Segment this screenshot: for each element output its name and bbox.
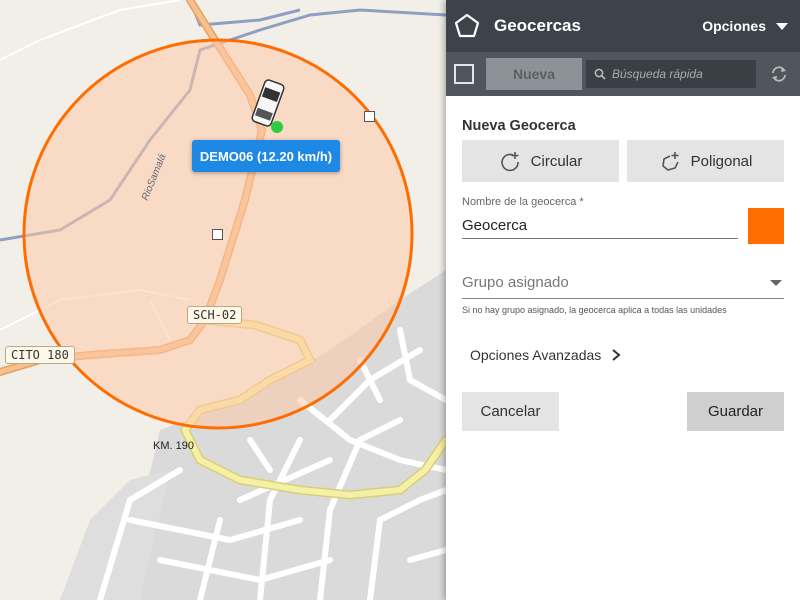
form-title: Nueva Geocerca bbox=[462, 118, 576, 134]
name-row bbox=[462, 208, 784, 244]
map-view[interactable]: RioSamalá SCH-02 CITO 180 KM. 190 DEMO06… bbox=[0, 0, 446, 600]
color-picker[interactable] bbox=[748, 208, 784, 244]
polygonal-label: Poligonal bbox=[690, 152, 753, 170]
geofence-form: Nueva Geocerca Circular Poligonal Nombre… bbox=[446, 118, 800, 431]
refresh-icon bbox=[772, 66, 786, 82]
geofence-panel: Geocercas Opciones Nueva Nueva Geocerca bbox=[446, 0, 800, 600]
geofence-name-input[interactable] bbox=[462, 213, 739, 239]
circular-label: Circular bbox=[530, 152, 583, 170]
add-polygon-icon bbox=[661, 152, 679, 171]
advanced-options-label: Opciones Avanzadas bbox=[470, 347, 602, 363]
circular-button[interactable]: Circular bbox=[462, 140, 619, 182]
form-actions: Cancelar Guardar bbox=[462, 392, 784, 431]
group-select-placeholder: Grupo asignado bbox=[462, 274, 569, 291]
add-circle-icon bbox=[500, 152, 519, 172]
new-button[interactable]: Nueva bbox=[486, 58, 582, 90]
options-label: Opciones bbox=[702, 18, 766, 34]
search-input[interactable] bbox=[612, 67, 752, 81]
caret-down-icon bbox=[770, 279, 782, 286]
geofence-resize-handle[interactable] bbox=[364, 111, 375, 122]
panel-toolbar: Nueva bbox=[446, 52, 800, 96]
refresh-button[interactable] bbox=[768, 63, 790, 85]
pentagon-icon bbox=[454, 13, 480, 38]
vehicle-tooltip[interactable]: DEMO06 (12.20 km/h) bbox=[192, 140, 340, 172]
select-all-checkbox[interactable] bbox=[454, 64, 474, 84]
road-label-sch02: SCH-02 bbox=[187, 306, 243, 324]
advanced-options-toggle[interactable]: Opciones Avanzadas bbox=[462, 347, 784, 363]
group-select[interactable]: Grupo asignado bbox=[462, 267, 784, 299]
vehicle-status-dot bbox=[271, 121, 283, 133]
search-icon bbox=[594, 68, 606, 80]
options-menu[interactable]: Opciones bbox=[702, 18, 788, 34]
name-field-label: Nombre de la geocerca * bbox=[462, 196, 584, 208]
save-button[interactable]: Guardar bbox=[687, 392, 784, 431]
quick-search[interactable] bbox=[586, 60, 756, 88]
group-hint: Si no hay grupo asignado, la geocerca ap… bbox=[462, 305, 727, 315]
geofence-type-row: Circular Poligonal bbox=[462, 140, 784, 182]
caret-down-icon bbox=[776, 22, 788, 30]
chevron-right-icon bbox=[612, 349, 621, 361]
geofence-center-handle[interactable] bbox=[212, 229, 223, 240]
map-canvas bbox=[0, 0, 446, 600]
place-label-km190: KM. 190 bbox=[153, 440, 194, 452]
road-label-cito: CITO 180 bbox=[5, 346, 75, 364]
panel-title: Geocercas bbox=[494, 16, 581, 35]
polygonal-button[interactable]: Poligonal bbox=[627, 140, 784, 182]
cancel-button[interactable]: Cancelar bbox=[462, 392, 559, 431]
panel-header: Geocercas Opciones bbox=[446, 0, 800, 52]
